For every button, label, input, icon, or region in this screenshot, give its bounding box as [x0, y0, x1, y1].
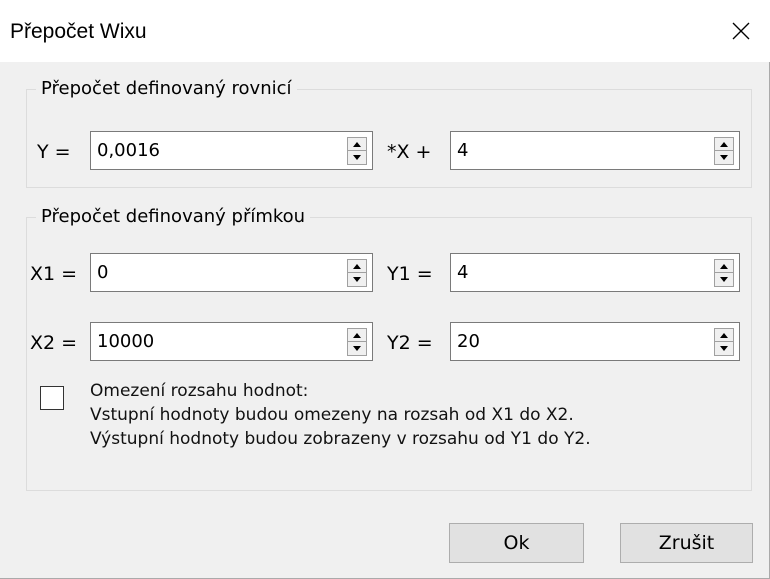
y1-input[interactable]: 4 — [450, 253, 740, 292]
coefficient-value: 0,0016 — [97, 140, 160, 161]
y1-value: 4 — [457, 262, 469, 283]
y1-label: Y1 = — [387, 263, 433, 285]
y2-label: Y2 = — [387, 332, 433, 354]
spin-down-button[interactable] — [715, 273, 733, 286]
spin-up-button[interactable] — [348, 260, 366, 273]
range-limit-output-note: Výstupní hodnoty budou zobrazeny v rozsa… — [90, 429, 591, 449]
offset-input[interactable]: 4 — [450, 131, 740, 170]
spin-up-button[interactable] — [715, 260, 733, 273]
spin-down-button[interactable] — [348, 273, 366, 286]
arrow-up-icon — [720, 141, 728, 147]
x2-value: 10000 — [97, 331, 155, 352]
arrow-up-icon — [720, 332, 728, 338]
arrow-down-icon — [720, 277, 728, 282]
arrow-up-icon — [720, 263, 728, 269]
coefficient-spinner[interactable] — [347, 137, 367, 165]
close-icon — [732, 22, 750, 40]
spin-down-button[interactable] — [715, 342, 733, 355]
spin-up-button[interactable] — [715, 138, 733, 151]
range-limit-input-note: Vstupní hodnoty budou omezeny na rozsah … — [90, 405, 574, 425]
arrow-up-icon — [353, 263, 361, 269]
arrow-down-icon — [353, 155, 361, 160]
x2-spinner[interactable] — [347, 328, 367, 356]
dialog-window: Přepočet Wixu Přepočet definovaný rovnic… — [0, 0, 770, 579]
line-group-label: Přepočet definovaný přímkou — [36, 205, 311, 229]
spin-up-button[interactable] — [348, 138, 366, 151]
y-equals-label: Y = — [37, 141, 71, 163]
spin-up-button[interactable] — [348, 329, 366, 342]
equation-group-label: Přepočet definovaný rovnicí — [36, 77, 297, 101]
ok-button[interactable]: Ok — [449, 523, 584, 563]
arrow-up-icon — [353, 332, 361, 338]
x1-value: 0 — [97, 262, 109, 283]
offset-value: 4 — [457, 140, 469, 161]
y1-spinner[interactable] — [714, 259, 734, 287]
spin-down-button[interactable] — [348, 151, 366, 164]
close-button[interactable] — [712, 0, 770, 62]
arrow-down-icon — [353, 277, 361, 282]
spin-down-button[interactable] — [348, 342, 366, 355]
offset-spinner[interactable] — [714, 137, 734, 165]
arrow-down-icon — [353, 346, 361, 351]
arrow-down-icon — [720, 155, 728, 160]
window-title: Přepočet Wixu — [10, 20, 147, 43]
spin-up-button[interactable] — [715, 329, 733, 342]
coefficient-input[interactable]: 0,0016 — [90, 131, 373, 170]
cancel-button[interactable]: Zrušit — [620, 523, 753, 563]
title-bar: Přepočet Wixu — [0, 0, 770, 62]
arrow-up-icon — [353, 141, 361, 147]
x2-label: X2 = — [30, 332, 78, 354]
x2-input[interactable]: 10000 — [90, 322, 373, 361]
y2-input[interactable]: 20 — [450, 322, 740, 361]
range-limit-title: Omezení rozsahu hodnot: — [90, 381, 309, 401]
range-limit-checkbox[interactable] — [40, 386, 64, 410]
arrow-down-icon — [720, 346, 728, 351]
y2-spinner[interactable] — [714, 328, 734, 356]
spin-down-button[interactable] — [715, 151, 733, 164]
x1-input[interactable]: 0 — [90, 253, 373, 292]
x1-label: X1 = — [30, 263, 78, 285]
x1-spinner[interactable] — [347, 259, 367, 287]
times-x-plus-label: *X + — [387, 141, 432, 163]
y2-value: 20 — [457, 331, 480, 352]
